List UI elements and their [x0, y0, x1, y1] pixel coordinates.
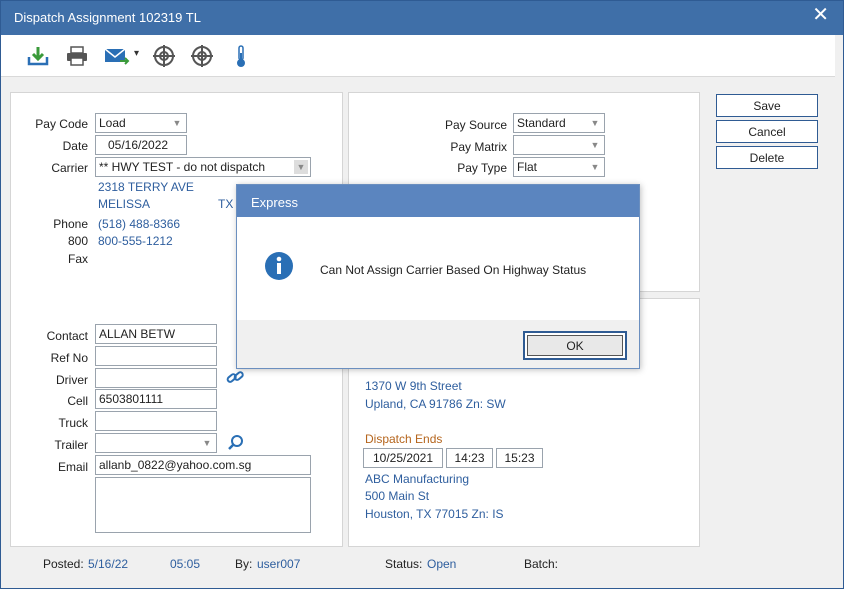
link-icon[interactable]: [225, 369, 245, 390]
cell-label: Cell: [67, 394, 88, 408]
driver-field[interactable]: [95, 368, 217, 388]
carrier-select[interactable]: ** HWY TEST - do not dispatch ▼: [95, 157, 311, 177]
dialog-body: Can Not Assign Carrier Based On Highway …: [237, 217, 639, 320]
pay-code-select[interactable]: Load ▼: [95, 113, 187, 133]
dialog-footer: OK: [237, 320, 639, 368]
dialog-title-bar: Express: [237, 185, 639, 217]
crosshair-icon[interactable]: [189, 43, 215, 69]
dialog-title: Express: [251, 195, 298, 210]
end-time-field-2[interactable]: 15:23: [496, 448, 543, 468]
express-dialog: Express Can Not Assign Carrier Based On …: [236, 184, 640, 369]
email-label: Email: [57, 460, 88, 474]
email-dropdown-arrow[interactable]: ▾: [134, 48, 139, 59]
end-time-field-1[interactable]: 14:23: [446, 448, 493, 468]
pay-source-label: Pay Source: [444, 118, 507, 132]
fax-label: Fax: [67, 252, 88, 266]
status-value: Open: [427, 557, 457, 571]
end-address2: Houston, TX 77015 Zn: IS: [365, 507, 504, 521]
tollfree-label: 800: [67, 234, 88, 248]
end-company: ABC Manufacturing: [365, 472, 470, 486]
save-button[interactable]: Save: [716, 94, 818, 117]
by-label: By:: [235, 557, 253, 571]
truck-field[interactable]: [95, 411, 217, 431]
cell-field[interactable]: 6503801111: [95, 389, 217, 409]
notes-textarea[interactable]: [95, 477, 311, 533]
chevron-down-icon: ▼: [202, 438, 212, 448]
end-address1: 500 Main St: [365, 489, 430, 503]
carrier-address: 2318 TERRY AVE: [98, 180, 194, 194]
window-title: Dispatch Assignment 102319 TL: [14, 10, 201, 25]
trailer-label: Trailer: [54, 438, 88, 452]
ok-button-label: OK: [527, 335, 623, 356]
refno-field[interactable]: [95, 346, 217, 366]
chevron-down-icon: ▼: [590, 140, 600, 150]
download-icon[interactable]: [25, 43, 51, 69]
search-icon[interactable]: [227, 434, 245, 455]
phone-value: (518) 488-8366: [98, 217, 181, 231]
dispatch-start-address1: 1370 W 9th Street: [365, 379, 462, 393]
pay-code-value: Load: [99, 116, 126, 130]
thermometer-icon[interactable]: [228, 43, 254, 69]
truck-label: Truck: [58, 416, 88, 430]
cancel-button[interactable]: Cancel: [716, 120, 818, 143]
print-icon[interactable]: [64, 43, 90, 69]
pay-source-value: Standard: [517, 116, 566, 130]
status-label: Status:: [385, 557, 423, 571]
pay-type-value: Flat: [517, 160, 538, 174]
pay-type-select[interactable]: Flat ▼: [513, 157, 605, 177]
posted-date: 5/16/22: [88, 557, 129, 571]
date-label: Date: [62, 139, 88, 153]
pay-type-label: Pay Type: [457, 161, 507, 175]
dialog-message: Can Not Assign Carrier Based On Highway …: [320, 263, 587, 277]
title-bar: Dispatch Assignment 102319 TL ✕: [1, 1, 843, 35]
pay-source-select[interactable]: Standard ▼: [513, 113, 605, 133]
email-field[interactable]: allanb_0822@yahoo.com.sg: [95, 455, 311, 475]
crosshair-icon[interactable]: [151, 43, 177, 69]
end-date-field[interactable]: 10/25/2021: [363, 448, 443, 468]
chevron-down-icon: ▼: [172, 118, 182, 128]
ok-button[interactable]: OK: [523, 331, 627, 360]
contact-field[interactable]: ALLAN BETW: [95, 324, 217, 344]
chevron-down-icon: ▼: [590, 118, 600, 128]
posted-label: Posted:: [43, 557, 84, 571]
contact-label: Contact: [46, 329, 88, 343]
by-value: user007: [257, 557, 301, 571]
phone-label: Phone: [53, 217, 88, 231]
carrier-state: TX: [218, 197, 234, 211]
chevron-down-icon: ▼: [294, 160, 308, 174]
pay-matrix-select[interactable]: ▼: [513, 135, 605, 155]
trailer-select[interactable]: ▼: [95, 433, 217, 453]
date-field[interactable]: 05/16/2022: [95, 135, 187, 155]
dispatch-start-address2: Upland, CA 91786 Zn: SW: [365, 397, 506, 411]
posted-time: 05:05: [170, 557, 201, 571]
carrier-city: MELISSA: [98, 197, 151, 211]
tollfree-value: 800-555-1212: [98, 234, 173, 248]
email-icon[interactable]: [103, 43, 131, 69]
carrier-label: Carrier: [51, 161, 88, 175]
dispatch-assignment-window: Dispatch Assignment 102319 TL ✕ ▾ Pay Co…: [0, 0, 844, 589]
carrier-value: ** HWY TEST - do not dispatch: [99, 160, 266, 174]
driver-label: Driver: [56, 373, 88, 387]
toolbar: ▾: [1, 35, 835, 77]
dispatch-ends-label: Dispatch Ends: [365, 432, 443, 446]
chevron-down-icon: ▼: [590, 162, 600, 172]
pay-matrix-label: Pay Matrix: [450, 140, 507, 154]
close-icon[interactable]: ✕: [812, 5, 829, 25]
batch-label: Batch:: [524, 557, 559, 571]
info-icon: [264, 251, 294, 284]
pay-code-label: Pay Code: [35, 117, 88, 131]
delete-button[interactable]: Delete: [716, 146, 818, 169]
refno-label: Ref No: [50, 351, 88, 365]
